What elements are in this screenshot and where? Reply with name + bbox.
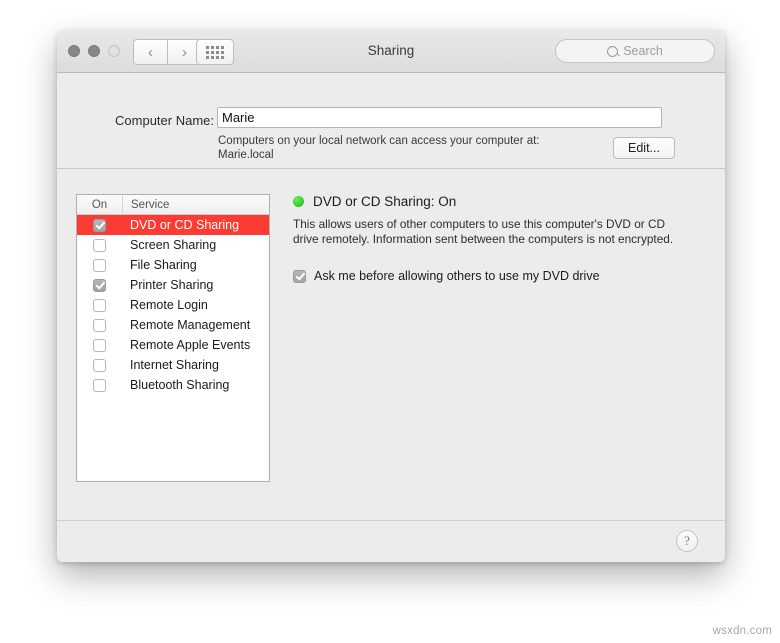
column-header-service: Service <box>131 198 170 211</box>
service-checkbox-cell[interactable] <box>77 378 122 392</box>
service-checkbox-cell[interactable] <box>77 338 122 352</box>
search-icon <box>607 45 619 57</box>
sharing-body: On Service DVD or CD Sharing Screen Shari… <box>57 169 725 521</box>
service-name-label: Remote Management <box>130 318 251 332</box>
service-row[interactable]: DVD or CD Sharing <box>77 215 269 235</box>
service-checkbox-cell[interactable] <box>77 298 122 312</box>
network-note-line-1: Computers on your local network can acce… <box>218 135 540 147</box>
service-status-row: DVD or CD Sharing: On <box>293 194 698 209</box>
status-indicator-dot <box>293 196 304 207</box>
service-name-label: Printer Sharing <box>130 278 214 292</box>
service-row[interactable]: File Sharing <box>77 255 269 275</box>
network-note-line-2: Marie.local <box>218 149 274 161</box>
service-row[interactable]: Screen Sharing <box>77 235 269 255</box>
computer-name-field[interactable] <box>217 107 662 128</box>
service-row[interactable]: Remote Login <box>77 295 269 315</box>
services-list-header: On Service <box>77 195 269 215</box>
service-row[interactable]: Remote Apple Events <box>77 335 269 355</box>
service-name-label: Remote Login <box>130 298 208 312</box>
service-checkbox-cell[interactable] <box>77 218 122 232</box>
service-name-label: File Sharing <box>130 258 197 272</box>
service-row[interactable]: Printer Sharing <box>77 275 269 295</box>
services-list-rows: DVD or CD Sharing Screen Sharing File Shar… <box>77 215 269 395</box>
computer-name-section: Computer Name: Computers on your local n… <box>57 73 725 169</box>
service-enabled-checkbox[interactable] <box>93 238 106 252</box>
computer-name-label: Computer Name: <box>115 113 214 128</box>
service-row[interactable]: Bluetooth Sharing <box>77 375 269 395</box>
service-detail-pane: DVD or CD Sharing: On This allows users … <box>293 194 698 283</box>
window-footer: ? <box>57 521 725 562</box>
service-name-label: Internet Sharing <box>130 358 219 372</box>
service-enabled-checkbox[interactable] <box>93 318 106 332</box>
help-button[interactable]: ? <box>676 530 698 552</box>
service-name-label: DVD or CD Sharing <box>130 218 240 232</box>
service-enabled-checkbox[interactable] <box>93 338 106 352</box>
service-description: This allows users of other computers to … <box>293 217 674 246</box>
network-access-note: Computers on your local network can acce… <box>218 134 540 162</box>
service-checkbox-cell[interactable] <box>77 238 122 252</box>
services-list[interactable]: On Service DVD or CD Sharing Screen Shari… <box>76 194 270 482</box>
ask-before-allowing-checkbox[interactable] <box>293 269 306 283</box>
service-checkbox-cell[interactable] <box>77 358 122 372</box>
service-checkbox-cell[interactable] <box>77 318 122 332</box>
service-enabled-checkbox[interactable] <box>93 258 106 272</box>
search-placeholder: Search <box>623 44 663 58</box>
service-name-label: Remote Apple Events <box>130 338 251 352</box>
service-enabled-checkbox[interactable] <box>93 358 106 372</box>
search-input[interactable]: Search <box>555 39 715 63</box>
service-name-label: Bluetooth Sharing <box>130 378 230 392</box>
column-header-on: On <box>77 195 123 214</box>
service-status-title: DVD or CD Sharing: On <box>313 194 457 209</box>
service-row[interactable]: Remote Management <box>77 315 269 335</box>
service-enabled-checkbox[interactable] <box>93 378 106 392</box>
service-row[interactable]: Internet Sharing <box>77 355 269 375</box>
window-titlebar: ‹ › Sharing Search <box>57 30 725 73</box>
service-checkbox-cell[interactable] <box>77 258 122 272</box>
service-enabled-checkbox[interactable] <box>93 218 106 232</box>
service-name-label: Screen Sharing <box>130 238 217 252</box>
service-enabled-checkbox[interactable] <box>93 298 106 312</box>
service-enabled-checkbox[interactable] <box>93 278 106 292</box>
watermark: wsxdn.com <box>712 625 772 637</box>
preferences-window: ‹ › Sharing Search Computer Name: Comput… <box>57 30 725 562</box>
service-checkbox-cell[interactable] <box>77 278 122 292</box>
ask-before-allowing-label: Ask me before allowing others to use my … <box>314 269 600 283</box>
edit-button[interactable]: Edit... <box>613 137 675 159</box>
ask-before-allowing-option[interactable]: Ask me before allowing others to use my … <box>293 269 698 283</box>
